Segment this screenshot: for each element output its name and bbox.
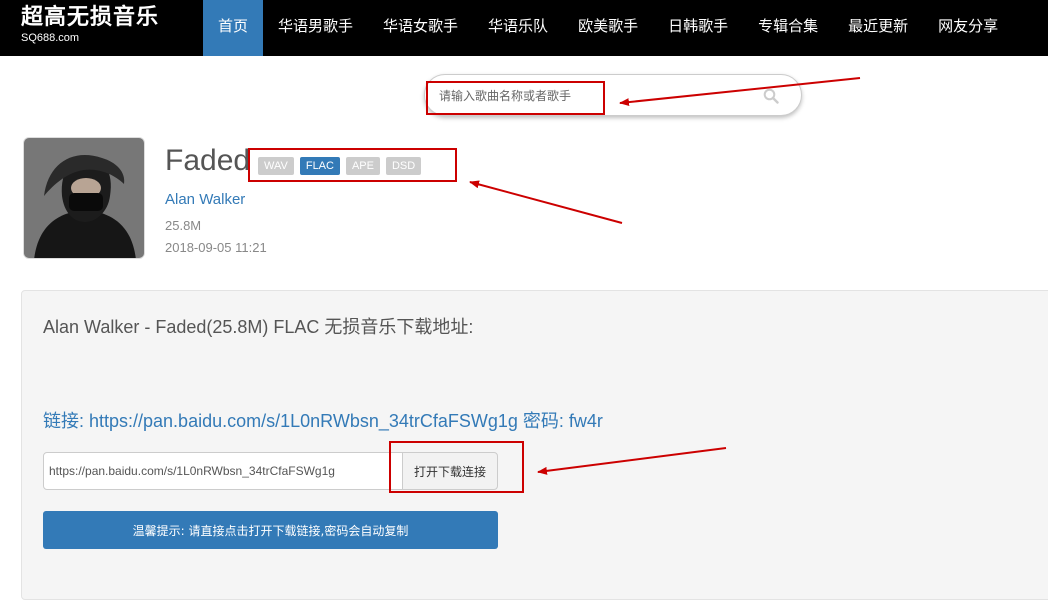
album-cover-image <box>24 138 144 258</box>
nav-item-male-singers[interactable]: 华语男歌手 <box>263 0 368 56</box>
link-field[interactable] <box>43 452 403 490</box>
nav-item-user-share[interactable]: 网友分享 <box>923 0 1013 56</box>
search-icon[interactable] <box>763 88 779 104</box>
format-badge-flac[interactable]: FLAC <box>299 157 340 175</box>
site-domain: SQ688.com <box>21 32 80 44</box>
nav-item-home[interactable]: 首页 <box>203 0 264 56</box>
site-title: 超高无损音乐 <box>21 5 160 30</box>
upload-date: 2018-09-05 11:21 <box>165 240 267 255</box>
nav-item-bands[interactable]: 华语乐队 <box>473 0 563 56</box>
format-badges: WAV FLAC APE DSD <box>258 157 422 175</box>
download-heading: Alan Walker - Faded(25.8M) FLAC 无损音乐下载地址… <box>43 317 474 337</box>
top-navbar: 超高无损音乐 SQ688.com 首页 华语男歌手 华语女歌手 华语乐队 欧美歌… <box>0 0 1048 56</box>
format-badge-ape[interactable]: APE <box>345 157 380 175</box>
arrow-to-formats <box>469 180 623 224</box>
nav-item-albums[interactable]: 专辑合集 <box>743 0 833 56</box>
tip-button[interactable]: 温馨提示: 请直接点击打开下载链接,密码会自动复制 <box>43 511 498 549</box>
nav-item-western-singers[interactable]: 欧美歌手 <box>563 0 653 56</box>
album-cover <box>23 137 145 259</box>
nav-item-female-singers[interactable]: 华语女歌手 <box>368 0 473 56</box>
search-input[interactable] <box>439 85 749 107</box>
baidu-link[interactable]: 链接: https://pan.baidu.com/s/1L0nRWbsn_34… <box>43 409 603 433</box>
file-size: 25.8M <box>165 218 202 233</box>
artist-link[interactable]: Alan Walker <box>165 190 245 210</box>
main-nav: 首页 华语男歌手 华语女歌手 华语乐队 欧美歌手 日韩歌手 专辑合集 最近更新 … <box>203 0 1013 56</box>
song-title: Faded <box>165 144 251 177</box>
search-box <box>424 74 802 116</box>
format-badge-wav[interactable]: WAV <box>258 157 294 175</box>
nav-item-jp-kr-singers[interactable]: 日韩歌手 <box>653 0 743 56</box>
site-logo[interactable]: 超高无损音乐 SQ688.com <box>21 4 159 45</box>
nav-item-recent[interactable]: 最近更新 <box>833 0 923 56</box>
open-download-link-button[interactable]: 打开下载连接 <box>402 452 498 490</box>
format-badge-dsd[interactable]: DSD <box>385 157 422 175</box>
